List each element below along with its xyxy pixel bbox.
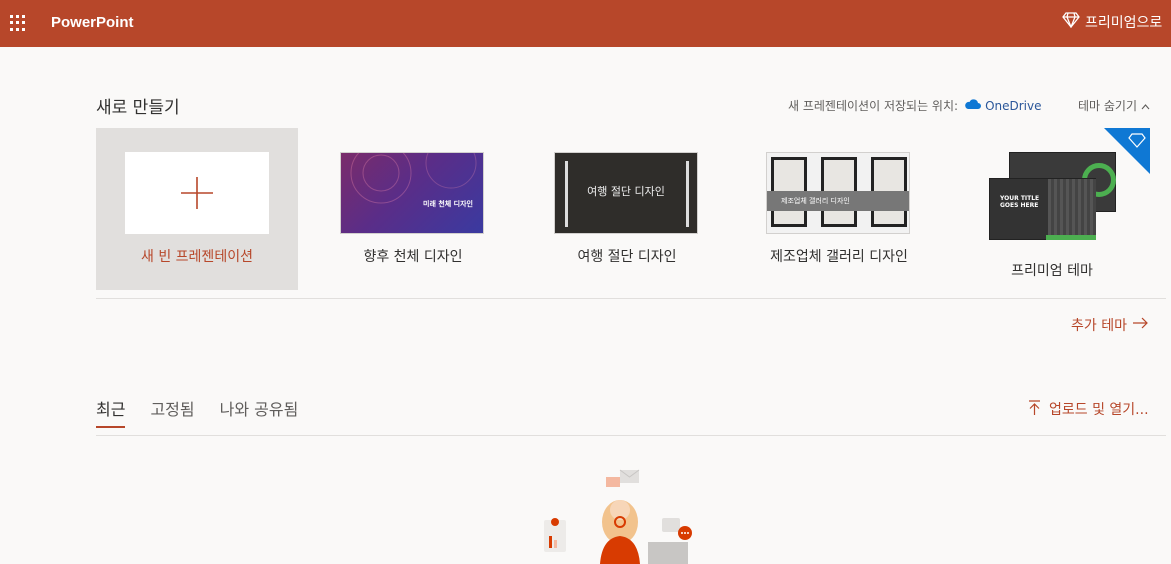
gallery-theme-thumbnail: 제조업체 갤러리 디자인 (766, 152, 910, 234)
empty-state-illustration (544, 469, 692, 564)
theme-tile-travel[interactable]: 여행 절단 디자인 여행 절단 디자인 (526, 128, 728, 290)
arrow-right-icon (1132, 317, 1148, 333)
celestial-thumb-title: 미래 천체 디자인 (423, 200, 473, 208)
premium-thumb-title: YOUR TITLE GOES HERE (1000, 195, 1040, 209)
new-blank-presentation-tile[interactable]: 새 빈 프레젠테이션 (96, 128, 298, 290)
travel-thumb-title: 여행 절단 디자인 (587, 185, 665, 198)
more-themes-label: 추가 테마 (1071, 318, 1127, 334)
onedrive-label: OneDrive (985, 98, 1042, 113)
new-section-title: 새로 만들기 (96, 98, 180, 118)
blank-presentation-thumbnail (125, 152, 269, 234)
celestial-swirl-graphic (350, 153, 477, 204)
premium-accent-bar (1046, 235, 1096, 240)
upload-arrow-icon (1028, 399, 1041, 419)
premium-label: 프리미엄으로 (1085, 15, 1163, 31)
gallery-theme-label: 제조업체 갤러리 디자인 (770, 249, 908, 265)
onedrive-cloud-icon (964, 98, 982, 113)
plus-icon (180, 176, 214, 214)
app-launcher-icon[interactable] (10, 15, 26, 31)
upload-and-open-button[interactable]: 업로드 및 열기... (1028, 399, 1149, 419)
celestial-theme-label: 향후 천체 디자인 (363, 249, 463, 265)
upload-label: 업로드 및 열기... (1049, 402, 1149, 418)
recent-divider (96, 435, 1166, 436)
premium-themes-label: 프리미엄 테마 (1011, 263, 1093, 279)
chevron-up-icon (1141, 99, 1150, 113)
document-tabs: 최근 고정됨 나와 공유됨 (96, 396, 323, 428)
save-location-label: 새 프레젠테이션이 저장되는 위치: (788, 99, 959, 113)
tab-shared-with-me[interactable]: 나와 공유됨 (220, 396, 299, 428)
premium-diamond-badge-icon (1104, 128, 1150, 174)
themes-divider (96, 298, 1166, 299)
travel-theme-thumbnail: 여행 절단 디자인 (554, 152, 698, 234)
premium-building-graphic (1048, 179, 1096, 239)
tab-pinned[interactable]: 고정됨 (150, 396, 194, 428)
hide-themes-label: 테마 숨기기 (1078, 99, 1138, 113)
premium-slide-front: YOUR TITLE GOES HERE (989, 178, 1096, 240)
celestial-theme-thumbnail: 미래 천체 디자인 (340, 152, 484, 234)
premium-upgrade-link[interactable]: 프리미엄으로 (1062, 12, 1162, 32)
onedrive-link[interactable]: OneDrive (964, 98, 1042, 113)
tab-recent[interactable]: 최근 (96, 396, 126, 428)
app-title[interactable]: PowerPoint (51, 14, 134, 31)
top-app-bar: PowerPoint 프리미엄으로 (0, 0, 1171, 47)
diamond-icon (1062, 12, 1080, 32)
new-blank-presentation-label: 새 빈 프레젠테이션 (141, 249, 253, 265)
premium-themes-tile[interactable]: YOUR TITLE GOES HERE 프리미엄 테마 (951, 128, 1153, 290)
save-location-info: 새 프레젠테이션이 저장되는 위치: OneDrive (788, 97, 1042, 114)
gallery-thumb-title: 제조업체 갤러리 디자인 (781, 197, 850, 205)
more-themes-link[interactable]: 추가 테마 (1071, 315, 1148, 335)
theme-tile-gallery[interactable]: 제조업체 갤러리 디자인 제조업체 갤러리 디자인 (738, 128, 940, 290)
hide-themes-button[interactable]: 테마 숨기기 (1078, 97, 1150, 114)
theme-tile-celestial[interactable]: 미래 천체 디자인 향후 천체 디자인 (312, 128, 514, 290)
travel-theme-label: 여행 절단 디자인 (577, 249, 677, 265)
